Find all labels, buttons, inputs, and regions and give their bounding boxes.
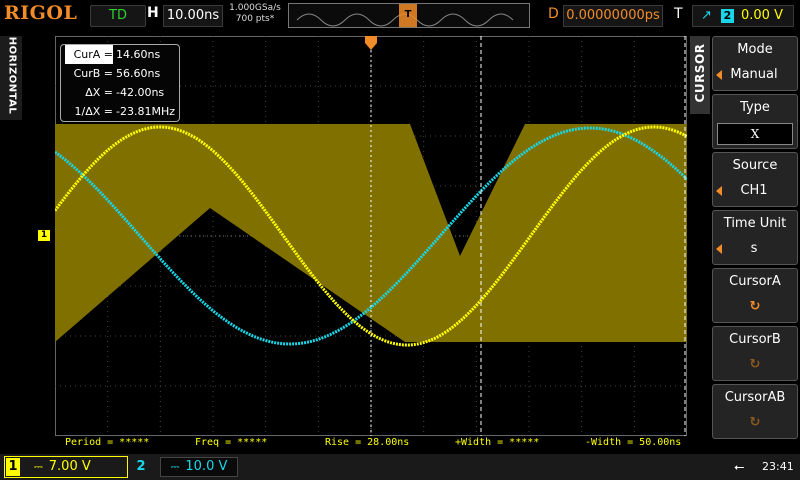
inverse-delta-x-row: 1/ΔX = -23.81MHz xyxy=(65,102,179,121)
inverse-delta-x-label: 1/ΔX = xyxy=(74,105,113,118)
ch2-badge: 2 xyxy=(136,459,146,474)
horizontal-tab[interactable]: HORIZONTAL xyxy=(0,36,22,120)
usb-icon: ⭠ xyxy=(734,460,745,475)
overview-waveform: T xyxy=(296,4,514,27)
menu-cursor-ab[interactable]: CursorAB ↻ xyxy=(712,384,798,439)
menu-type-title: Type xyxy=(740,100,770,115)
delta-x-row: ΔX = -42.00ns xyxy=(65,83,179,102)
acquisition-info: 1.000GSa/s 700 pts* xyxy=(226,3,284,25)
delta-x-label: ΔX = xyxy=(85,86,113,99)
menu-time-unit-value: s xyxy=(750,241,758,256)
menu-source-title: Source xyxy=(732,158,778,173)
inverse-delta-x-value: -23.81MHz xyxy=(116,105,175,118)
measurement-rise[interactable]: Rise = 28.00ns xyxy=(325,437,409,448)
horizontal-tab-label: HORIZONTAL xyxy=(6,36,18,115)
trigger-source-badge: 2 xyxy=(721,9,734,23)
cursor-b-value: 56.60ns xyxy=(116,67,161,80)
ch1-scale-value: 7.00 V xyxy=(48,459,91,474)
menu-time-unit-title: Time Unit xyxy=(723,216,787,231)
menu-source-value: CH1 xyxy=(740,183,768,198)
cursor-a-value: 14.60ns xyxy=(116,48,161,61)
menu-time-unit[interactable]: Time Unit s xyxy=(712,210,798,265)
clock: 23:41 xyxy=(762,460,794,473)
menu-cursor-ab-title: CursorAB xyxy=(724,390,786,405)
measurement-bar: Period = ***** Freq = ***** Rise = 28.00… xyxy=(55,437,687,451)
trigger-position-marker xyxy=(365,36,377,50)
trigger-settings[interactable]: ↗ 2 0.00 V xyxy=(692,5,794,27)
menu-mode[interactable]: Mode Manual xyxy=(712,36,798,91)
measurement-negative-width[interactable]: -Width = 50.00ns xyxy=(585,437,681,448)
cursor-b-knob-icon: ↻ xyxy=(749,357,761,372)
ch1-offset-marker[interactable]: 1 xyxy=(38,230,50,241)
horizontal-label: H xyxy=(147,5,159,21)
trigger-label: T xyxy=(674,6,683,22)
memory-depth: 700 pts* xyxy=(235,14,275,24)
menu-mode-title: Mode xyxy=(737,42,773,57)
cursor-a-knob-icon: ↻ xyxy=(749,299,761,314)
waveform-overview-map: T xyxy=(288,3,530,28)
menu-source[interactable]: Source CH1 xyxy=(712,152,798,207)
menu-type[interactable]: Type X xyxy=(712,94,798,149)
measurement-freq[interactable]: Freq = ***** xyxy=(195,437,267,448)
cursor-readout-box: CurA = 14.60ns CurB = 56.60ns ΔX = -42.00ns… xyxy=(60,44,180,122)
cursor-b-row: CurB = 56.60ns xyxy=(65,64,179,83)
ch2-scale-value: 10.0 V xyxy=(185,459,228,474)
ch2-scale: ⎓ 10.0 V xyxy=(160,457,238,477)
cursor-menu-tab-label: CURSOR xyxy=(693,43,707,103)
overview-trigger-marker: T xyxy=(405,9,412,20)
trigger-level: 0.00 V xyxy=(741,8,783,23)
measurement-period[interactable]: Period = ***** xyxy=(65,437,149,448)
delay-readout[interactable]: 0.00000000ps xyxy=(563,5,663,27)
cursor-b-label: CurB = xyxy=(73,67,113,80)
ch1-scale: ⎓ 7.00 V xyxy=(34,459,91,474)
menu-cursor-a[interactable]: CursorA ↻ xyxy=(712,268,798,323)
cursor-ab-knob-icon: ↻ xyxy=(749,415,761,430)
timebase-readout[interactable]: 10.00ns xyxy=(163,5,223,27)
menu-type-value: X xyxy=(717,123,793,145)
trigger-status-indicator: TD xyxy=(90,5,146,27)
ch1-badge: 1 xyxy=(6,458,20,476)
rising-edge-icon: ↗ xyxy=(701,8,712,23)
brand-logo: RIGOL xyxy=(4,2,78,24)
cursor-a-label: CurA = xyxy=(65,45,113,64)
menu-cursor-b[interactable]: CursorB ↻ xyxy=(712,326,798,381)
menu-cursor-b-title: CursorB xyxy=(729,332,781,347)
delta-x-value: -42.00ns xyxy=(116,86,165,99)
delay-label: D xyxy=(548,6,559,22)
cursor-a-row: CurA = 14.60ns xyxy=(65,45,179,64)
menu-cursor-a-title: CursorA xyxy=(729,274,781,289)
menu-mode-value: Manual xyxy=(730,67,778,82)
sample-rate: 1.000GSa/s xyxy=(229,3,281,13)
cursor-menu-tab[interactable]: CURSOR xyxy=(690,36,710,114)
measurement-positive-width[interactable]: +Width = ***** xyxy=(455,437,539,448)
